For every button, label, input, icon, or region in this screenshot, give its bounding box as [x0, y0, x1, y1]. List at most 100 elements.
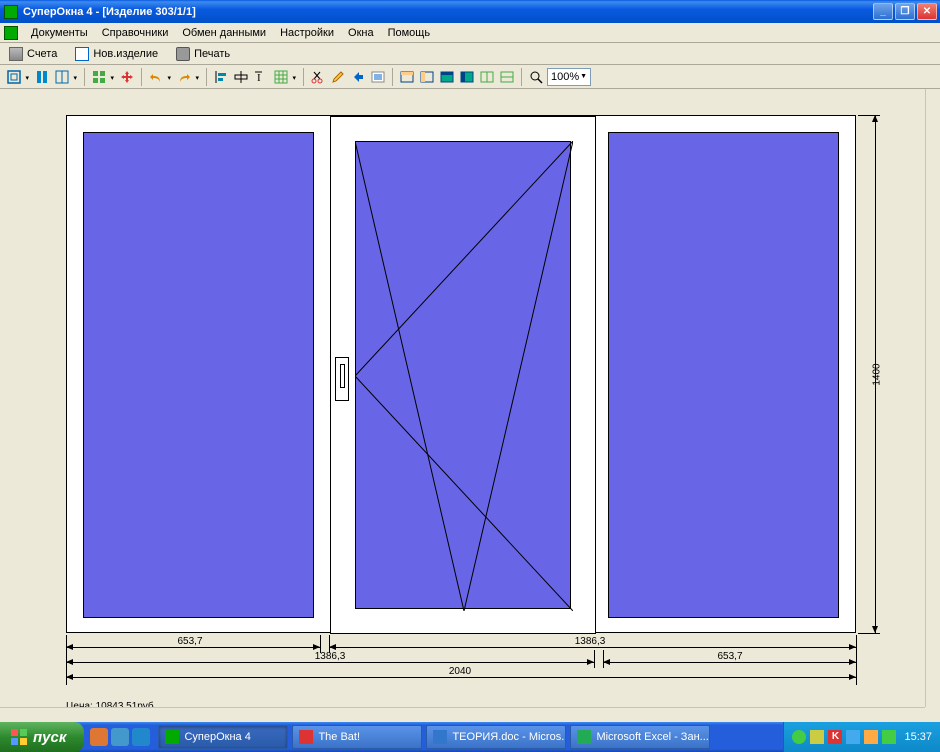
dim-total-width-label: 2040	[430, 666, 490, 677]
menu-references[interactable]: Справочники	[95, 25, 176, 41]
canvas-area[interactable]: 1400 653,7 1386,3 1386,3 653	[0, 89, 925, 722]
pane-left[interactable]	[83, 132, 314, 618]
windows-logo-icon	[10, 728, 28, 746]
tilt-turn-lines-icon	[355, 141, 573, 611]
dim-line	[66, 662, 594, 663]
menubar: Документы Справочники Обмен данными Наст…	[0, 23, 940, 43]
separator	[303, 68, 304, 86]
tray-icon[interactable]	[810, 730, 824, 744]
tool-redo-icon[interactable]	[175, 68, 193, 86]
center-sash[interactable]	[330, 116, 596, 634]
tool-move-icon[interactable]	[118, 68, 136, 86]
task-label: Microsoft Excel - Зан...	[596, 731, 708, 743]
tray-icon[interactable]	[846, 730, 860, 744]
mdi-child-icon[interactable]	[4, 26, 18, 40]
tool-panel6-icon[interactable]	[498, 68, 516, 86]
tool-profile-icon[interactable]	[53, 68, 71, 86]
task-label: СуперОкна 4	[184, 731, 250, 743]
tool-list-icon[interactable]	[369, 68, 387, 86]
toolbar-primary: Счета Нов.изделие Печать	[0, 43, 940, 65]
tray-icon[interactable]	[882, 730, 896, 744]
titlebar: СуперОкна 4 - [Изделие 303/1/1] _ ❐ ✕	[0, 0, 940, 23]
dim-line	[66, 647, 320, 648]
tool-undo-icon[interactable]	[147, 68, 165, 86]
zoom-combo[interactable]: 100% ▼	[547, 68, 591, 86]
menu-windows[interactable]: Окна	[341, 25, 381, 41]
horizontal-scrollbar[interactable]	[0, 707, 925, 722]
task-word[interactable]: ТЕОРИЯ.doc - Micros...	[426, 725, 566, 749]
task-superokna[interactable]: СуперОкна 4	[158, 725, 288, 749]
excel-icon	[577, 730, 591, 744]
dim-line	[603, 662, 856, 663]
accounts-button[interactable]: Счета	[6, 46, 60, 62]
dim-label: 653,7	[150, 636, 230, 647]
separator	[141, 68, 142, 86]
tool-panel2-icon[interactable]	[418, 68, 436, 86]
word-icon	[433, 730, 447, 744]
dim-tick	[858, 633, 880, 634]
menu-data-exchange[interactable]: Обмен данными	[175, 25, 273, 41]
clock[interactable]: 15:37	[904, 731, 932, 743]
dim-label: 1386,3	[550, 636, 630, 647]
task-thebat[interactable]: The Bat!	[292, 725, 422, 749]
dim-line	[329, 647, 856, 648]
tool-panel1-icon[interactable]	[398, 68, 416, 86]
tool-pencil-icon[interactable]	[329, 68, 347, 86]
pane-right[interactable]	[608, 132, 839, 618]
tray-k-icon[interactable]: K	[828, 730, 842, 744]
task-label: The Bat!	[318, 731, 360, 743]
dim-tick	[856, 635, 857, 685]
minimize-button[interactable]: _	[873, 3, 893, 20]
menu-settings[interactable]: Настройки	[273, 25, 341, 41]
bat-icon	[299, 730, 313, 744]
separator	[521, 68, 522, 86]
tool-panel5-icon[interactable]	[478, 68, 496, 86]
tool-text-icon[interactable]: I	[252, 68, 270, 86]
tool-sash-icon[interactable]	[33, 68, 51, 86]
menu-help[interactable]: Помощь	[381, 25, 438, 41]
tray-icon[interactable]	[864, 730, 878, 744]
task-excel[interactable]: Microsoft Excel - Зан...	[570, 725, 710, 749]
app-icon	[165, 730, 179, 744]
tool-panel4-icon[interactable]	[458, 68, 476, 86]
dim-height-label: 1400	[872, 363, 883, 385]
tool-align-left-icon[interactable]	[212, 68, 230, 86]
start-button[interactable]: пуск	[0, 722, 84, 752]
ql-ie-icon[interactable]	[111, 728, 129, 746]
dim-label: 653,7	[690, 651, 770, 662]
new-icon	[75, 47, 89, 61]
tool-zoom-icon[interactable]	[527, 68, 545, 86]
print-label: Печать	[194, 48, 230, 60]
printer-icon	[176, 47, 190, 61]
dim-label: 1386,3	[290, 651, 370, 662]
tool-align-center-icon[interactable]	[232, 68, 250, 86]
window-title: СуперОкна 4 - [Изделие 303/1/1]	[23, 6, 873, 18]
start-label: пуск	[33, 729, 66, 746]
vertical-scrollbar[interactable]	[925, 89, 940, 707]
tool-cut-icon[interactable]	[309, 68, 327, 86]
tool-frame-icon[interactable]	[5, 68, 23, 86]
dim-tick	[594, 650, 595, 668]
window-handle-icon[interactable]	[335, 357, 349, 401]
ql-firefox-icon[interactable]	[90, 728, 108, 746]
separator	[392, 68, 393, 86]
calculator-icon	[9, 47, 23, 61]
menu-documents[interactable]: Документы	[24, 25, 95, 41]
ql-desktop-icon[interactable]	[132, 728, 150, 746]
print-button[interactable]: Печать	[173, 46, 233, 62]
new-product-button[interactable]: Нов.изделие	[72, 46, 161, 62]
separator	[84, 68, 85, 86]
close-button[interactable]: ✕	[917, 3, 937, 20]
zoom-value: 100%	[551, 71, 579, 83]
tool-panel3-icon[interactable]	[438, 68, 456, 86]
tool-grid-icon[interactable]	[272, 68, 290, 86]
tray-icon[interactable]	[792, 730, 806, 744]
tool-arrow-left-icon[interactable]	[349, 68, 367, 86]
toolbar-icons: I 100% ▼	[0, 65, 940, 89]
tool-layout-icon[interactable]	[90, 68, 108, 86]
dim-line	[66, 677, 856, 678]
new-product-label: Нов.изделие	[93, 48, 158, 60]
window-frame[interactable]	[66, 115, 856, 633]
system-tray[interactable]: K 15:37	[783, 722, 940, 752]
restore-button[interactable]: ❐	[895, 3, 915, 20]
